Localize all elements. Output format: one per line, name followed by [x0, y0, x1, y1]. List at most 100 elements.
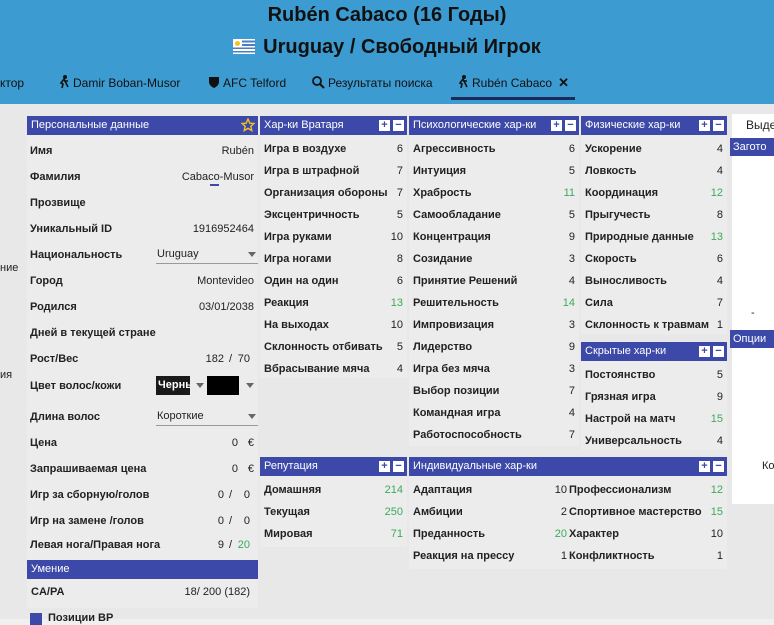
collapse-button[interactable]: − [393, 461, 404, 472]
stat-value: 4 [568, 275, 575, 287]
star-icon[interactable] [241, 118, 255, 132]
panel-header: Умение [27, 560, 258, 579]
stat-value: 1 [716, 319, 723, 331]
expand-button[interactable]: + [699, 461, 710, 472]
field-value-2[interactable]: 0 [244, 484, 250, 506]
stat-value: 5 [568, 209, 575, 221]
stat-label: Текущая [264, 506, 310, 518]
stat-label: Амбиции [413, 506, 463, 518]
stat-label: Реакция [264, 297, 309, 309]
stat-row: Скорость 6 [585, 248, 723, 270]
stat-row: Игра без мяча 3 [413, 358, 575, 380]
collapse-button[interactable]: − [713, 346, 724, 357]
stat-row: Решительность 14 [413, 292, 575, 314]
field-value[interactable]: 1916952464 [193, 218, 254, 240]
tab-afc-telford[interactable]: AFC Telford [208, 70, 286, 100]
stat-value: 7 [396, 187, 403, 199]
stat-value: 9 [568, 231, 575, 243]
field-label: Национальность [30, 249, 123, 261]
collapse-button[interactable]: − [565, 120, 576, 131]
stat-row: Организация обороны 7 [264, 182, 403, 204]
stat-label: Универсальность [585, 435, 682, 447]
stat-row: Адаптация 10 [413, 479, 567, 501]
field-value-2[interactable]: 0 [244, 510, 250, 532]
stat-value: 13 [710, 231, 723, 243]
expand-button[interactable]: + [379, 120, 390, 131]
field-value-2[interactable]: 70 [238, 348, 250, 370]
stat-row: Агрессивность 6 [413, 138, 575, 160]
stat-value: 5 [568, 165, 575, 177]
field-value[interactable]: Montevideo [197, 270, 254, 292]
stat-row: CA/PA 18/ 200 (182) [31, 586, 250, 598]
hair-color-picker[interactable]: Черны [156, 376, 190, 395]
tab-ruben-cabaco[interactable]: Rubén Cabaco ✕ [451, 70, 575, 100]
panel-header: Загото [730, 138, 774, 156]
stat-row: Выбор позиции 7 [413, 380, 575, 402]
field-value[interactable]: 9 [218, 534, 224, 556]
field-label: Фамилия [30, 171, 81, 183]
expand-button[interactable]: + [699, 120, 710, 131]
skin-color-dropdown[interactable] [242, 377, 256, 395]
player-title: Rubén Cabaco (16 Годы) [267, 4, 507, 26]
stat-value: 7 [568, 385, 575, 397]
stat-row: Склонность отбивать 5 [264, 336, 403, 358]
collapse-button[interactable]: − [713, 120, 724, 131]
expand-button[interactable]: + [551, 120, 562, 131]
field-value-2[interactable]: 20 [238, 534, 250, 556]
tab-editor[interactable]: ктор [0, 70, 24, 100]
hair-color-dropdown[interactable] [192, 377, 206, 395]
field-label: Длина волос [30, 411, 101, 423]
stat-label: Преданность [413, 528, 485, 540]
collapse-button[interactable]: − [713, 461, 724, 472]
tab-damir[interactable]: Damir Boban-Musor [58, 70, 180, 100]
search-icon [312, 76, 325, 89]
field-value[interactable]: Rubén [222, 140, 254, 162]
expand-button[interactable]: + [379, 461, 390, 472]
expand-button[interactable]: + [699, 346, 710, 357]
mental-panel: Психологические хар-ки + − Агрессивность 6 И… [409, 116, 579, 446]
field-label: Дней в текущей стране [30, 327, 156, 339]
stat-value: 6 [568, 143, 575, 155]
skin-color-picker[interactable] [207, 376, 239, 395]
field-value[interactable]: 03/01/2038 [199, 296, 254, 318]
personal-row: Длина волос Короткие [30, 406, 258, 428]
stat-value: 4 [716, 435, 723, 447]
hair-length-dropdown[interactable]: Короткие [156, 408, 258, 426]
stat-value: 14 [562, 297, 575, 309]
field-value[interactable]: 182 [206, 348, 224, 370]
stat-row: На выходах 10 [264, 314, 403, 336]
field-label: Имя [30, 145, 53, 157]
stat-label: Игра в воздухе [264, 143, 347, 155]
stat-label: Эксцентричность [264, 209, 360, 221]
field-value[interactable]: 0 [218, 484, 224, 506]
panel-header: Персональные данные [27, 116, 258, 135]
stat-row: Импровизация 3 [413, 314, 575, 336]
stat-row: Работоспособность 7 [413, 424, 575, 446]
collapse-button[interactable]: − [393, 120, 404, 131]
field-value[interactable]: 0 [232, 458, 238, 480]
stat-row: Амбиции 2 [413, 501, 567, 523]
stat-row: Координация 12 [585, 182, 723, 204]
goalkeeper-panel: Хар-ки Вратаря + − Игра в воздухе 6 Игра в ш… [260, 116, 407, 378]
stat-value: 6 [396, 143, 403, 155]
close-icon[interactable]: ✕ [558, 75, 569, 90]
stat-value: 10 [710, 528, 723, 540]
stat-label: Настрой на матч [585, 413, 676, 425]
stat-label: Ускорение [585, 143, 642, 155]
panel-header: Физические хар-ки + − [581, 116, 727, 135]
field-value[interactable]: 0 [232, 432, 238, 454]
options-header: Опции [730, 330, 774, 348]
field-value[interactable]: 0 [218, 510, 224, 532]
stat-label: Конфликтность [569, 550, 655, 562]
cursor-mark [210, 184, 219, 186]
stat-label: Храбрость [413, 187, 472, 199]
stat-value: 9 [716, 391, 723, 403]
player-icon [458, 75, 468, 89]
nationality-dropdown[interactable]: Uruguay [156, 246, 258, 264]
tab-search-results[interactable]: Результаты поиска [312, 70, 433, 100]
stat-label: Выносливость [585, 275, 667, 287]
stat-value: 10 [390, 319, 403, 331]
stat-value: 3 [568, 363, 575, 375]
personal-row: Прозвище [30, 192, 254, 214]
checkbox[interactable] [30, 613, 42, 625]
